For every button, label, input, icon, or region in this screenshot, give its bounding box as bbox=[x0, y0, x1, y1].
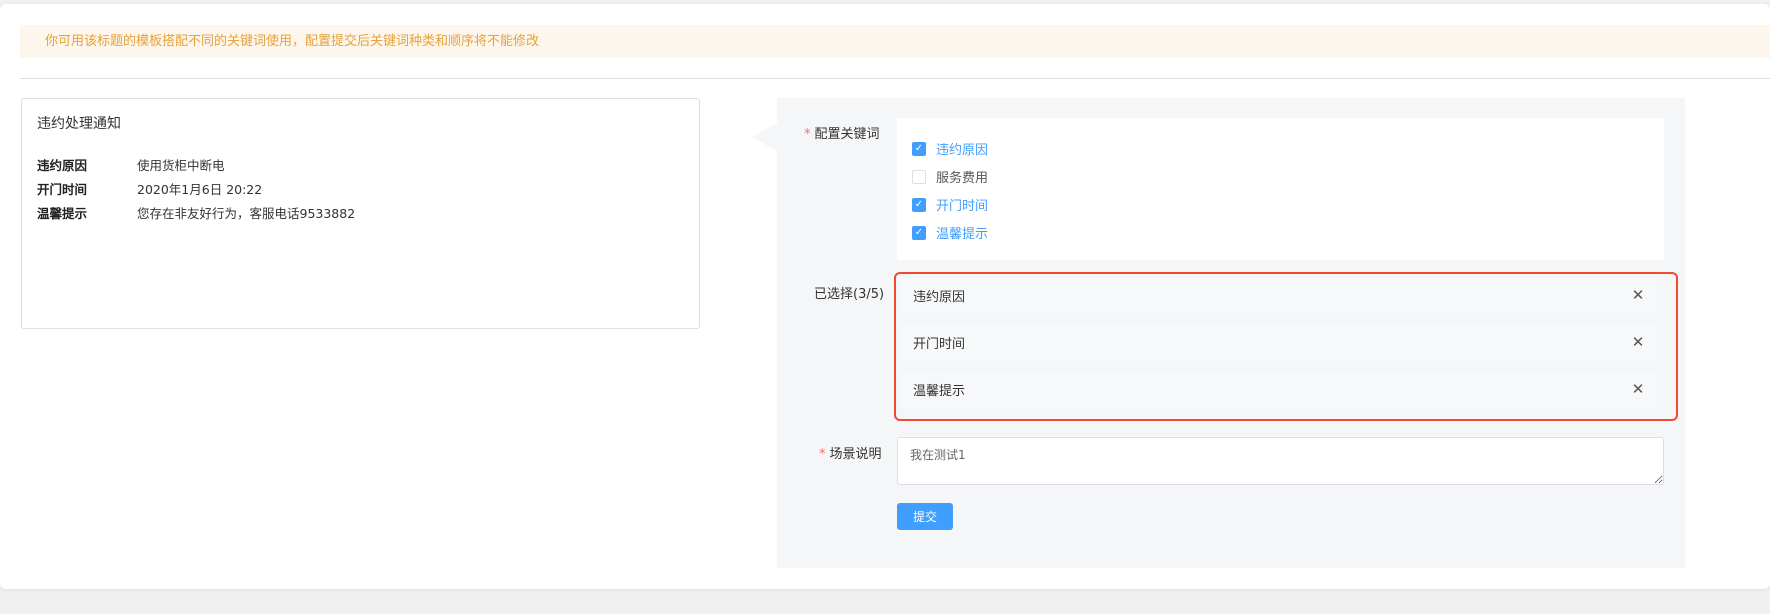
keyword-checkbox-label: 温馨提示 bbox=[936, 227, 989, 242]
preview-row: 温馨提示 您存在非友好行为，客服电话9533882 bbox=[37, 203, 355, 222]
keyword-checkbox-group: ✓ 违约原因 服务费用 ✓ 开门时间 ✓ 温馨提示 bbox=[897, 118, 1664, 260]
keyword-checkbox-2[interactable]: ✓ 开门时间 bbox=[912, 195, 988, 214]
close-icon[interactable]: ✕ bbox=[1629, 286, 1647, 304]
panel-pointer-arrow bbox=[752, 123, 777, 151]
selected-item-label: 违约原因 bbox=[913, 290, 966, 305]
selected-item[interactable]: 温馨提示 ✕ bbox=[901, 372, 1657, 407]
keyword-checkbox-3[interactable]: ✓ 温馨提示 bbox=[912, 223, 988, 242]
keyword-checkbox-label: 开门时间 bbox=[936, 199, 989, 214]
required-mark: * bbox=[819, 447, 826, 462]
preview-row: 开门时间 2020年1月6日 20:22 bbox=[37, 179, 262, 198]
checkbox-checked-icon: ✓ bbox=[912, 141, 926, 156]
keywords-label-text: 配置关键词 bbox=[814, 127, 880, 142]
scene-label-text: 场景说明 bbox=[829, 447, 882, 462]
selected-label: 已选择(3/5) bbox=[814, 287, 885, 302]
keyword-checkbox-0[interactable]: ✓ 违约原因 bbox=[912, 139, 988, 158]
selected-item[interactable]: 开门时间 ✕ bbox=[901, 325, 1657, 360]
keyword-checkbox-label: 服务费用 bbox=[936, 171, 989, 186]
selected-item-label: 温馨提示 bbox=[913, 384, 966, 399]
checkbox-checked-icon: ✓ bbox=[912, 225, 926, 240]
preview-row-key: 温馨提示 bbox=[37, 206, 88, 221]
keywords-label: * 配置关键词 bbox=[804, 123, 880, 142]
keyword-checkbox-label: 违约原因 bbox=[936, 143, 989, 158]
notice-banner: 你可用该标题的模板搭配不同的关键词使用，配置提交后关键词种类和顺序将不能修改 bbox=[20, 25, 1770, 58]
preview-row: 违约原因 使用货柜中断电 bbox=[37, 155, 225, 174]
preview-row-value: 使用货柜中断电 bbox=[137, 158, 225, 173]
close-icon[interactable]: ✕ bbox=[1629, 333, 1647, 351]
divider bbox=[20, 78, 1770, 79]
submit-button[interactable]: 提交 bbox=[897, 503, 953, 530]
preview-row-key: 违约原因 bbox=[37, 158, 88, 173]
checkbox-checked-icon: ✓ bbox=[912, 197, 926, 212]
preview-title: 违约处理通知 bbox=[37, 116, 121, 132]
close-icon[interactable]: ✕ bbox=[1629, 380, 1647, 398]
message-preview-card: 违约处理通知 违约原因 使用货柜中断电 开门时间 2020年1月6日 20:22 温… bbox=[21, 98, 700, 329]
checkbox-unchecked-icon bbox=[912, 169, 926, 184]
preview-row-value: 您存在非友好行为，客服电话9533882 bbox=[137, 206, 356, 221]
preview-row-value: 2020年1月6日 20:22 bbox=[137, 182, 263, 197]
keyword-checkbox-1[interactable]: 服务费用 bbox=[912, 167, 988, 186]
preview-row-key: 开门时间 bbox=[37, 182, 88, 197]
scene-label: * 场景说明 bbox=[819, 443, 882, 462]
selected-item[interactable]: 违约原因 ✕ bbox=[901, 278, 1657, 313]
required-mark: * bbox=[804, 127, 811, 142]
scene-description-textarea[interactable]: 我在测试1 bbox=[897, 437, 1664, 485]
selected-item-label: 开门时间 bbox=[913, 337, 966, 352]
